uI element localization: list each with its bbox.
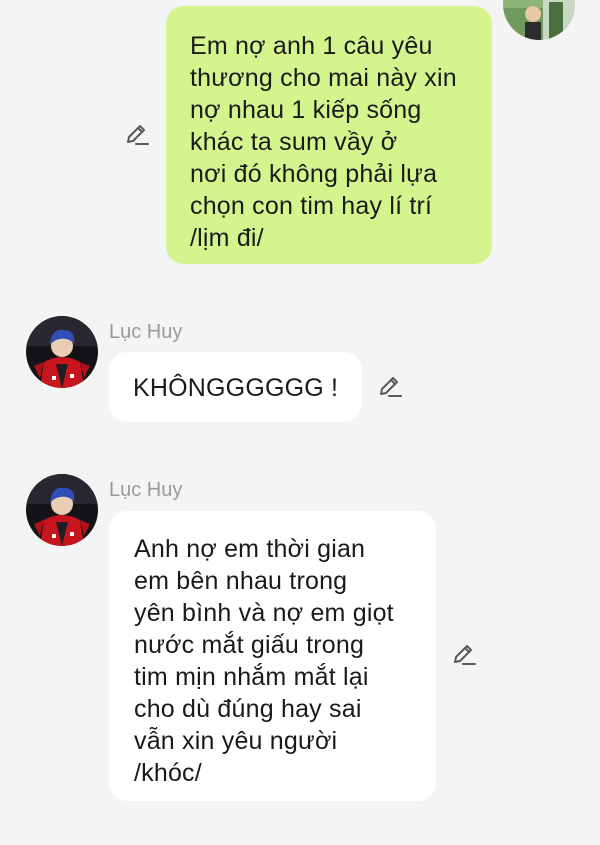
- message-text-line: chọn con tim hay lí trí: [190, 192, 433, 220]
- message-text-line: em bên nhau trong: [134, 567, 348, 595]
- my-avatar[interactable]: [503, 0, 575, 40]
- sender-avatar[interactable]: [26, 474, 98, 546]
- edit-pencil-icon[interactable]: [123, 121, 151, 149]
- message-text-line: nơi đó không phải lựa: [190, 160, 438, 188]
- message-text-line: /khóc/: [134, 759, 202, 787]
- message-text-line: Em nợ anh 1 câu yêu: [190, 32, 433, 60]
- message-text-line: vẫn xin yêu người: [134, 727, 338, 755]
- incoming-message-bubble[interactable]: KHÔNGGGGGG !: [109, 352, 362, 422]
- message-text-line: Anh nợ em thời gian: [134, 535, 366, 563]
- message-text-line: cho dù đúng hay sai: [134, 695, 362, 723]
- message-text-line: khác ta sum vầy ở: [190, 128, 398, 156]
- edit-pencil-icon[interactable]: [376, 373, 404, 401]
- message-text-line: yên bình và nợ em giọt: [134, 599, 394, 627]
- sender-avatar[interactable]: [26, 316, 98, 388]
- message-text-line: thương cho mai này xin: [190, 64, 457, 92]
- sender-name: Lục Huy: [109, 479, 183, 501]
- outgoing-message-bubble[interactable]: Em nợ anh 1 câu yêu thương cho mai này x…: [166, 6, 492, 264]
- incoming-message-bubble[interactable]: Anh nợ em thời gian em bên nhau trong yê…: [109, 511, 436, 801]
- message-text-line: nợ nhau 1 kiếp sống: [190, 96, 422, 124]
- message-text-line: nước mắt giấu trong: [134, 631, 365, 659]
- message-text-line: /lịm đi/: [190, 224, 264, 252]
- sender-name: Lục Huy: [109, 321, 183, 343]
- message-text-line: KHÔNGGGGGG !: [133, 374, 339, 402]
- message-text-line: tim mịn nhắm mắt lại: [134, 663, 369, 691]
- edit-pencil-icon[interactable]: [450, 641, 478, 669]
